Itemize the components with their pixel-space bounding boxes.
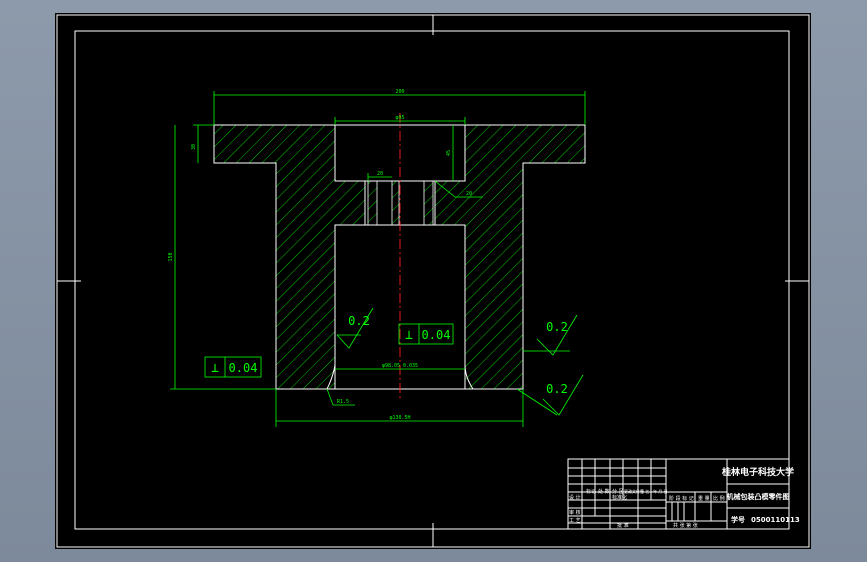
dim-fillet: R1.5 [337,399,349,405]
roughness-left: 0.2 [336,307,374,349]
tb-standard: 标准化 [612,494,627,501]
dim-bore-bottom: φ98.05 0.035 [382,363,418,369]
svg-text:0.2: 0.2 [348,314,370,328]
tb-weight: 重 量 [698,495,710,502]
tb-approve: 批 准 [617,522,629,529]
tb-number-label: 学号 [731,515,745,524]
tolerance-frame-left: ⊥ 0.04 [204,356,262,378]
inner-border [74,30,790,530]
tb-row-label-2: 分 区 [612,488,624,495]
dim-bore-width: φ95 [395,115,404,121]
dim-small-hole: 20 [377,171,383,177]
tb-review: 审 核 [569,509,581,516]
tolerance-center-symbol: ⊥ [405,328,413,343]
roughness-right-upper: 0.2 [523,314,578,356]
tb-sheet: 共 张 第 张 [673,522,698,529]
dim-overall-height: 150 [168,252,174,261]
dim-top-width: 200 [395,89,404,95]
title-block: 标记 处 数 分 区 更改文件号 签 名 年 月 日 设 计 标准化 审 核 工… [567,458,800,530]
cad-viewport[interactable]: 200 φ95 30 150 45 20 20 φ98.05 0.035 φ13… [55,13,811,549]
roughness-right-lower: 0.2 [516,374,584,416]
drawing-canvas[interactable]: 200 φ95 30 150 45 20 20 φ98.05 0.035 φ13… [55,13,811,549]
tb-scale: 比 例 [713,495,725,502]
dim-hole-depth: 20 [466,191,472,197]
dim-counterbore-depth: 45 [446,150,452,156]
tb-school: 桂林电子科技大学 [721,466,794,478]
tolerance-left-value: 0.04 [229,361,258,375]
svg-text:0.2: 0.2 [546,382,568,396]
tb-process: 工 艺 [569,518,581,524]
tb-stage-labels: 阶 段 标 记 [669,495,694,502]
tb-drawing-name: 机械包装凸模零件图 [727,492,790,501]
tb-row-label-4: 签 名 [640,488,649,494]
tolerance-center-value: 0.04 [422,328,451,342]
dim-flange-height: 30 [191,144,197,150]
tolerance-frame-center: ⊥ 0.04 [398,323,454,345]
svg-text:0.2: 0.2 [546,320,568,334]
tb-row-label-5: 年 月 日 [653,488,668,494]
part-section-hatch [213,124,586,390]
tolerance-left-symbol: ⊥ [211,361,219,376]
dim-base-width: φ130.5H [389,415,410,421]
tb-row-label-0: 标记 [586,488,596,495]
tb-row-label-1: 处 数 [598,488,610,495]
tb-number-value: 0500110113 [751,516,800,524]
tb-design: 设 计 [569,494,581,501]
